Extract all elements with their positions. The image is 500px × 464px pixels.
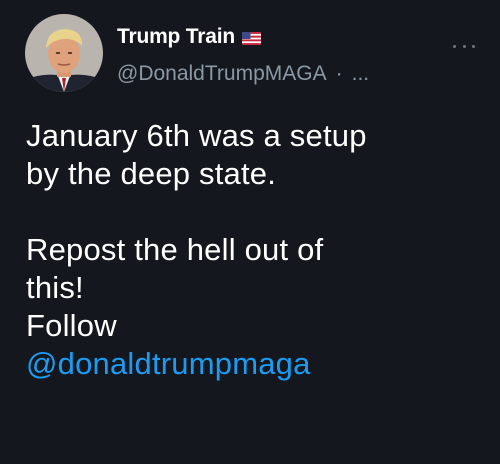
tweet-line: this! [26, 270, 84, 305]
us-flag-icon [242, 31, 261, 45]
display-name[interactable]: Trump Train [117, 25, 235, 49]
tweet-line: January 6th was a setup [26, 118, 367, 153]
author-handle-row[interactable]: @DonaldTrumpMAGA · ... [117, 62, 369, 86]
tweet-line: Repost the hell out of [26, 232, 324, 267]
tweet-card: Trump Train @DonaldTrumpMAGA · ... Janua… [0, 0, 500, 464]
avatar-image [25, 14, 103, 92]
separator-dot: · [335, 62, 343, 85]
tweet-line: by the deep state. [26, 156, 277, 191]
mention-link[interactable]: @donaldtrumpmaga [26, 346, 311, 381]
tweet-line: Follow [26, 308, 117, 343]
tweet-text: January 6th was a setup by the deep stat… [26, 117, 476, 383]
author-handle[interactable]: @DonaldTrumpMAGA [117, 62, 327, 86]
author-name-row[interactable]: Trump Train [117, 25, 261, 49]
avatar[interactable] [25, 14, 103, 92]
more-options-icon[interactable] [453, 43, 475, 49]
truncation-ellipsis: ... [351, 62, 370, 85]
